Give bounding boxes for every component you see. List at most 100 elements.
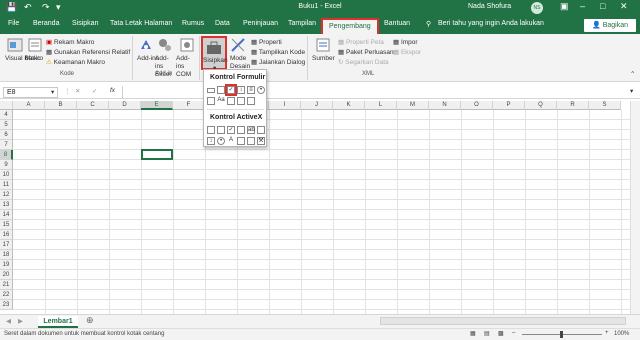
label-control-icon[interactable]: Aa — [217, 97, 225, 105]
tab-peninjauan[interactable]: Peninjauan — [243, 20, 278, 27]
column-header[interactable]: R — [557, 101, 589, 110]
map-properties-button[interactable]: ▦ Properti Peta — [338, 38, 384, 46]
column-header[interactable]: P — [493, 101, 525, 110]
activex-combo-box-icon[interactable] — [217, 126, 225, 134]
com-add-ins-icon[interactable] — [179, 37, 195, 53]
next-sheet-icon[interactable]: ▶ — [18, 317, 23, 325]
row-header[interactable]: 18 — [0, 250, 13, 260]
selected-cell-e8[interactable] — [141, 149, 173, 160]
tab-beranda[interactable]: Beranda — [33, 20, 59, 27]
vertical-scrollbar[interactable] — [630, 101, 640, 314]
spin-button-control-icon[interactable]: ↕ — [237, 86, 245, 94]
text-field-control-icon[interactable] — [237, 97, 245, 105]
page-layout-icon[interactable]: ▤ — [484, 330, 490, 337]
column-header[interactable]: S — [589, 101, 621, 110]
tab-file[interactable]: File — [8, 20, 19, 27]
tab-tampilan[interactable]: Tampilan — [288, 20, 316, 27]
activex-toggle-button-icon[interactable] — [247, 137, 255, 145]
column-header[interactable]: B — [45, 101, 77, 110]
row-header[interactable]: 6 — [0, 130, 13, 140]
activex-check-box-icon[interactable]: ✓ — [227, 126, 235, 134]
view-code-button[interactable]: ▦ Tampilkan Kode — [251, 48, 305, 56]
column-header[interactable]: D — [109, 101, 141, 110]
column-header[interactable]: Q — [525, 101, 557, 110]
combo-list-edit-control-icon[interactable] — [247, 97, 255, 105]
activex-scroll-bar-icon[interactable] — [257, 126, 265, 134]
tab-data[interactable]: Data — [215, 20, 230, 27]
group-box-control-icon[interactable] — [207, 97, 215, 105]
name-box[interactable]: E8 — [3, 87, 58, 98]
activex-option-button-icon[interactable]: • — [217, 137, 225, 145]
column-header[interactable]: K — [333, 101, 365, 110]
row-header[interactable]: 15 — [0, 220, 13, 230]
design-mode-icon[interactable] — [230, 37, 246, 53]
avatar[interactable]: NS — [531, 2, 543, 14]
tab-pengembang[interactable]: Pengembang — [321, 18, 379, 34]
cancel-icon[interactable]: ✕ — [75, 87, 80, 95]
tab-tata-letak[interactable]: Tata Letak Halaman — [110, 20, 172, 27]
activex-spin-button-icon[interactable]: ↕ — [207, 137, 215, 145]
activex-label-icon[interactable]: A — [227, 137, 235, 145]
button-control-icon[interactable] — [207, 88, 215, 93]
column-header[interactable]: N — [429, 101, 461, 110]
row-header[interactable]: 16 — [0, 230, 13, 240]
visual-basic-icon[interactable] — [7, 37, 23, 53]
maximize-icon[interactable]: □ — [600, 1, 605, 11]
tab-bantuan[interactable]: Bantuan — [384, 20, 410, 27]
row-header[interactable]: 19 — [0, 260, 13, 270]
zoom-level[interactable]: 100% — [614, 331, 629, 337]
row-header[interactable]: 4 — [0, 110, 13, 120]
horizontal-scrollbar[interactable] — [380, 317, 626, 325]
add-ins-icon[interactable] — [138, 37, 154, 53]
column-header[interactable]: J — [301, 101, 333, 110]
zoom-in-icon[interactable]: + — [605, 330, 609, 336]
column-header[interactable]: A — [13, 101, 45, 110]
row-header[interactable]: 13 — [0, 200, 13, 210]
column-header[interactable]: E — [141, 101, 173, 110]
activex-button-icon[interactable] — [207, 126, 215, 134]
run-dialog-button[interactable]: ▦ Jalankan Dialog — [251, 58, 305, 66]
row-header[interactable]: 11 — [0, 180, 13, 190]
select-all-corner[interactable] — [0, 101, 13, 110]
row-header[interactable]: 14 — [0, 210, 13, 220]
formula-input[interactable] — [122, 86, 632, 98]
row-header[interactable]: 23 — [0, 300, 13, 310]
close-icon[interactable]: ✕ — [620, 1, 628, 12]
ribbon-display-icon[interactable]: ▣ — [560, 1, 569, 12]
share-button[interactable]: 👤 Bagikan — [584, 19, 636, 32]
column-header[interactable]: O — [461, 101, 493, 110]
row-header[interactable]: 5 — [0, 120, 13, 130]
relative-reference-button[interactable]: ▦ Gunakan Referensi Relatif — [46, 48, 130, 56]
activex-image-icon[interactable] — [237, 137, 245, 145]
enter-icon[interactable]: ✓ — [92, 87, 97, 95]
row-header[interactable]: 20 — [0, 270, 13, 280]
combo-box-control-icon[interactable] — [217, 86, 225, 94]
normal-view-icon[interactable]: ▦ — [470, 330, 476, 337]
collapse-ribbon-icon[interactable]: ⌃ — [630, 70, 635, 78]
row-header[interactable]: 12 — [0, 190, 13, 200]
worksheet-grid[interactable]: A B C D E F G H I J K L M N O P Q R S 4 … — [0, 101, 630, 314]
xml-source-icon[interactable] — [315, 37, 331, 53]
macros-icon[interactable] — [27, 37, 43, 53]
export-button[interactable]: ▦ Ekspor — [393, 48, 421, 56]
zoom-slider-thumb[interactable] — [560, 331, 563, 338]
prev-sheet-icon[interactable]: ◀ — [6, 317, 11, 325]
xml-source-button[interactable]: Sumber — [312, 55, 335, 62]
row-header[interactable]: 21 — [0, 280, 13, 290]
zoom-out-icon[interactable]: – — [512, 330, 515, 336]
row-header[interactable]: 22 — [0, 290, 13, 300]
row-header[interactable]: 9 — [0, 160, 13, 170]
list-box-control-icon[interactable]: ≡ — [247, 86, 255, 94]
tab-rumus[interactable]: Rumus — [182, 20, 204, 27]
column-header[interactable]: I — [269, 101, 301, 110]
namebox-dropdown-icon[interactable]: ▾ — [51, 88, 54, 96]
insert-function-button[interactable]: fx — [110, 87, 115, 94]
import-button[interactable]: ▦ Impor — [393, 38, 418, 46]
column-header[interactable]: L — [365, 101, 397, 110]
column-header[interactable]: M — [397, 101, 429, 110]
activex-list-box-icon[interactable] — [237, 126, 245, 134]
page-break-icon[interactable]: ▩ — [498, 330, 504, 337]
scroll-bar-control-icon[interactable] — [227, 97, 235, 105]
minimize-icon[interactable]: – — [580, 1, 585, 11]
column-header[interactable]: C — [77, 101, 109, 110]
